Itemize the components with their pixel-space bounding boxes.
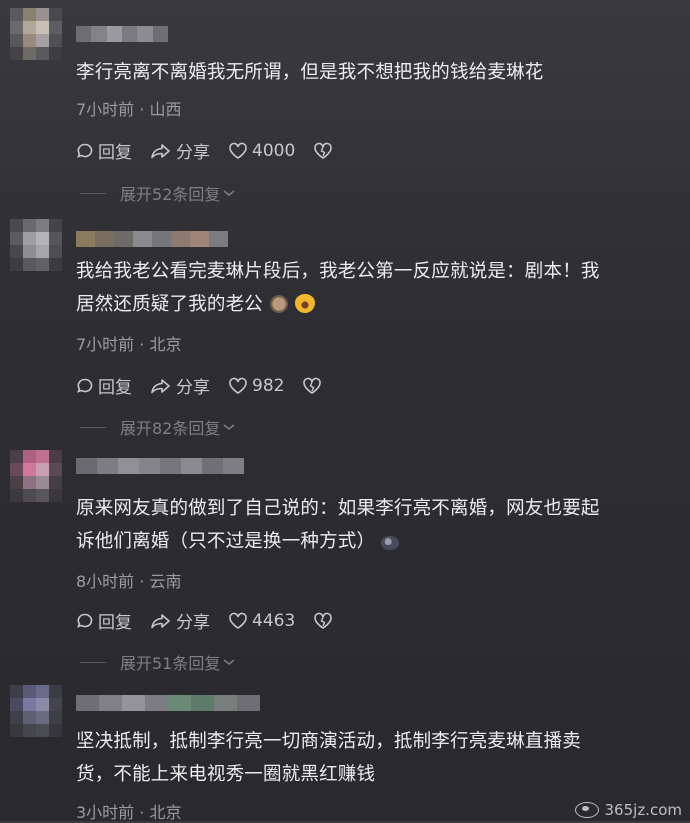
comment-text-segment: 诉他们离婚（只不过是换一种方式）: [76, 531, 376, 552]
comment-meta: 3小时前 · 北京: [76, 803, 182, 822]
watermark-logo-icon: [574, 802, 599, 818]
like-count: 4463: [252, 610, 296, 631]
comment-actions: 回复 分享 4463: [76, 608, 355, 633]
dislike-button[interactable]: [313, 142, 337, 160]
share-label: 分享: [176, 143, 210, 163]
expand-replies[interactable]: 展开51条回复: [80, 650, 236, 674]
sticker-emoji-icon: [381, 536, 400, 550]
reply-label: 回复: [98, 613, 132, 633]
share-label: 分享: [176, 613, 210, 633]
heart-icon: [229, 142, 247, 159]
broken-heart-icon: [303, 377, 322, 394]
share-button[interactable]: 分享: [150, 608, 210, 633]
comment-bubble-icon: [77, 613, 93, 628]
share-button[interactable]: 分享: [150, 138, 210, 163]
comment-item: 原来网友真的做到了自己说的：如果李行亮不离婚，网友也要起 诉他们离婚（只不过是换…: [0, 450, 690, 685]
share-arrow-icon: [151, 613, 170, 628]
avatar[interactable]: [10, 450, 62, 502]
heart-icon: [229, 612, 247, 629]
username-blurred[interactable]: [76, 695, 260, 711]
username-blurred[interactable]: [76, 26, 168, 42]
heart-icon: [229, 377, 247, 394]
share-label: 分享: [176, 378, 210, 398]
expand-replies[interactable]: 展开52条回复: [80, 181, 236, 205]
comment-text-line: 原来网友真的做到了自己说的：如果李行亮不离婚，网友也要起: [76, 498, 600, 519]
reply-label: 回复: [98, 378, 132, 398]
comment-text-line: 居然还质疑了我的老公: [76, 288, 684, 321]
chevron-down-icon: [223, 424, 235, 430]
comment-item: 李行亮离不离婚我无所谓，但是我不想把我的钱给麦琳花 7小时前 · 山西 回复 分…: [0, 0, 690, 215]
comment-item: 我给我老公看完麦琳片段后，我老公第一反应就说是：剧本！我 居然还质疑了我的老公 …: [0, 215, 690, 450]
expand-label: 展开52条回复: [120, 185, 221, 204]
share-arrow-icon: [151, 378, 170, 393]
comment-text-line: 坚决抵制，抵制李行亮一切商演活动，抵制李行亮麦琳直播卖: [76, 731, 581, 752]
expand-label: 展开51条回复: [120, 654, 221, 673]
share-button[interactable]: 分享: [150, 373, 210, 398]
avatar[interactable]: [10, 685, 62, 737]
bear-emoji-icon: [269, 293, 290, 313]
like-count: 982: [252, 375, 285, 396]
like-button[interactable]: 982: [228, 376, 284, 396]
like-count: 4000: [252, 140, 296, 161]
username-blurred[interactable]: [76, 458, 244, 474]
laughing-emoji-icon: [295, 293, 316, 313]
comment-bubble-icon: [77, 378, 93, 393]
comment-text-line: 货，不能上来电视秀一圈就黑红赚钱: [76, 764, 376, 785]
comment-text: 我给我老公看完麦琳片段后，我老公第一反应就说是：剧本！我 居然还质疑了我的老公: [76, 255, 684, 321]
comment-text-segment: 居然还质疑了我的老公: [76, 294, 264, 315]
expand-label: 展开82条回复: [120, 419, 221, 438]
comment-text: 坚决抵制，抵制李行亮一切商演活动，抵制李行亮麦琳直播卖 货，不能上来电视秀一圈就…: [76, 725, 684, 791]
avatar[interactable]: [10, 219, 62, 271]
comment-text-line: 我给我老公看完麦琳片段后，我老公第一反应就说是：剧本！我: [76, 261, 600, 282]
comment-meta: 7小时前 · 山西: [76, 100, 182, 119]
chevron-down-icon: [223, 659, 235, 665]
comment-text: 李行亮离不离婚我无所谓，但是我不想把我的钱给麦琳花: [76, 62, 544, 83]
comment-meta: 7小时前 · 北京: [76, 335, 182, 354]
comment-actions: 回复 分享 982: [76, 373, 344, 398]
share-arrow-icon: [151, 143, 170, 158]
watermark-text: 365jz.com: [604, 801, 682, 819]
username-blurred[interactable]: [76, 231, 228, 247]
dislike-button[interactable]: [313, 612, 337, 630]
expand-divider: [80, 426, 106, 428]
like-button[interactable]: 4463: [228, 611, 295, 631]
comment-actions: 回复 分享 4000: [76, 138, 355, 163]
expand-divider: [80, 661, 106, 663]
reply-button[interactable]: 回复: [76, 138, 132, 163]
comment-meta: 8小时前 · 云南: [76, 572, 182, 591]
like-button[interactable]: 4000: [228, 141, 295, 161]
chevron-down-icon: [223, 190, 235, 196]
comment-text-line: 诉他们离婚（只不过是换一种方式）: [76, 525, 684, 558]
reply-button[interactable]: 回复: [76, 608, 132, 633]
broken-heart-icon: [314, 142, 333, 159]
comment-text: 原来网友真的做到了自己说的：如果李行亮不离婚，网友也要起 诉他们离婚（只不过是换…: [76, 492, 684, 558]
dislike-button[interactable]: [302, 377, 326, 395]
watermark: 365jz.com: [574, 801, 682, 819]
reply-label: 回复: [98, 143, 132, 163]
reply-button[interactable]: 回复: [76, 373, 132, 398]
comment-bubble-icon: [77, 143, 93, 158]
expand-divider: [80, 192, 106, 194]
avatar[interactable]: [10, 8, 62, 60]
broken-heart-icon: [314, 612, 333, 629]
expand-replies[interactable]: 展开82条回复: [80, 415, 236, 439]
